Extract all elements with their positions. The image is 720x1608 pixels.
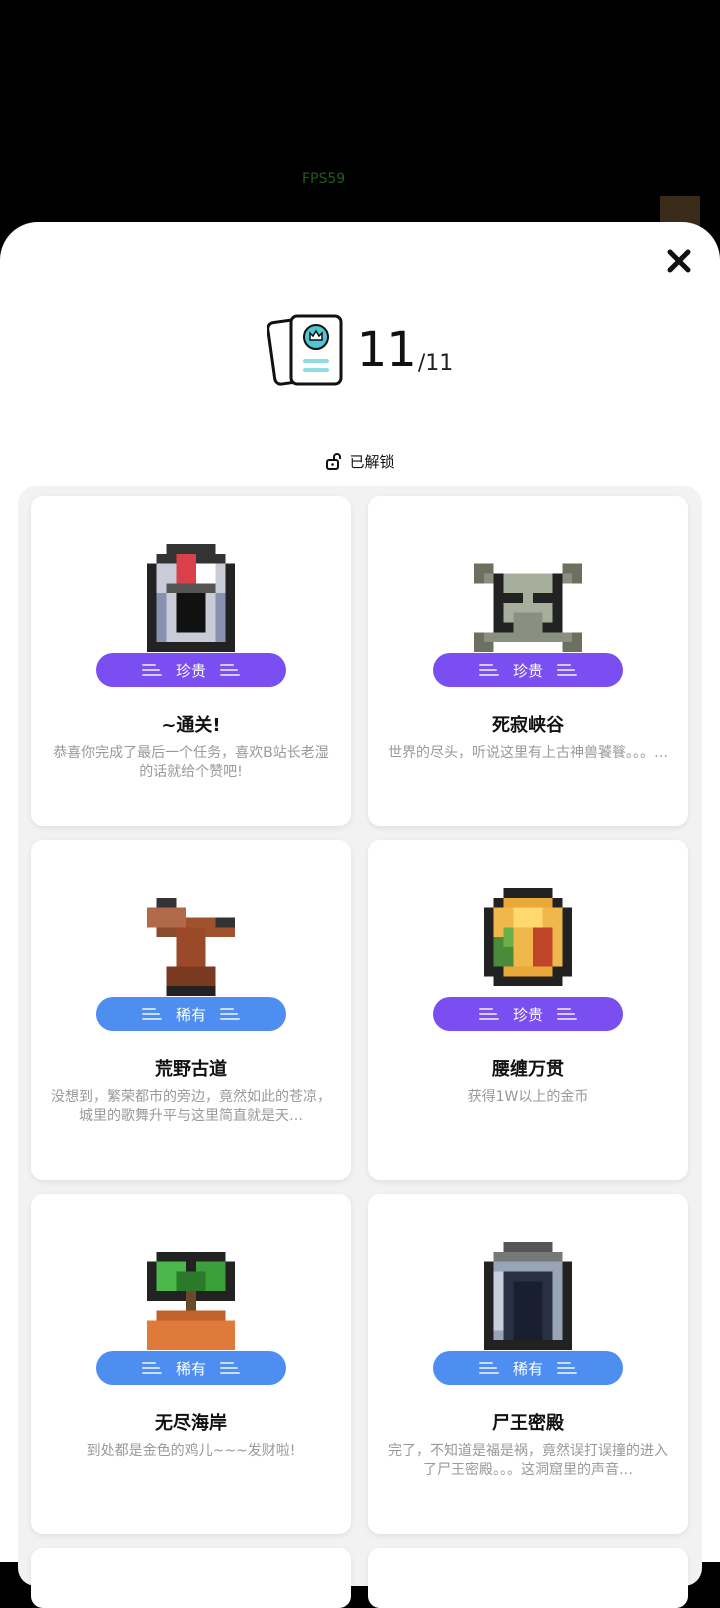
- achievement-card[interactable]: 珍贵 ~通关! 恭喜你完成了最后一个任务，喜欢B站长老湿的话就给个赞吧!: [31, 496, 351, 826]
- helmet-icon: [146, 544, 236, 652]
- achievement-card[interactable]: 珍贵 死寂峡谷 世界的尽头，听说这里有上古神兽饕餮。。。…: [368, 496, 688, 826]
- palm-tree-icon: [146, 1251, 236, 1350]
- achievement-description: 恭喜你完成了最后一个任务，喜欢B站长老湿的话就给个赞吧!: [53, 745, 329, 780]
- achievement-card[interactable]: [368, 1548, 688, 1608]
- achievement-card[interactable]: 稀有 无尽海岸 到处都是金色的鸡儿~~~发财啦!: [31, 1194, 351, 1534]
- achievement-description: 没想到，繁荣都市的旁边，竟然如此的苍凉，城里的歌舞升平与这里简直就是天…: [51, 1089, 331, 1124]
- rarity-label: 珍贵: [175, 661, 206, 680]
- achievement-card[interactable]: 稀有 荒野古道 没想到，繁荣都市的旁边，竟然如此的苍凉，城里的歌舞升平与这里简直…: [31, 840, 351, 1180]
- rarity-label: 珍贵: [512, 661, 543, 680]
- cave-icon: [483, 1242, 573, 1350]
- rarity-label: 珍贵: [512, 1005, 543, 1024]
- rarity-badge: 稀有: [96, 1351, 286, 1385]
- fps-counter: FPS59: [302, 171, 346, 187]
- achievement-title: 尸王密殿: [492, 1413, 564, 1434]
- rarity-label: 稀有: [512, 1359, 543, 1378]
- achievement-sheet: 11 /11 已解锁 珍贵 ~通关! 恭喜你完成了最后一个任务，喜欢B站长老湿的…: [0, 222, 720, 1608]
- rarity-badge: 稀有: [433, 1351, 623, 1385]
- achievement-title: ~通关!: [161, 715, 221, 736]
- achievement-title: 死寂峡谷: [492, 715, 564, 736]
- achievement-card[interactable]: [31, 1548, 351, 1608]
- unlocked-count: 11: [356, 322, 417, 378]
- rarity-badge: 珍贵: [96, 653, 286, 687]
- achievement-description: 完了，不知道是福是祸，竟然误打误撞的进入了尸王密殿。。。这洞窟里的声音…: [388, 1443, 668, 1478]
- achievement-title: 腰缠万贯: [492, 1059, 564, 1080]
- achievement-description: 获得1W以上的金币: [467, 1089, 589, 1105]
- achievement-description: 到处都是金色的鸡儿~~~发财啦!: [86, 1443, 296, 1459]
- total-count: /11: [417, 351, 454, 376]
- rarity-badge: 稀有: [96, 997, 286, 1031]
- close-icon[interactable]: [666, 248, 692, 274]
- achievement-card[interactable]: 珍贵 腰缠万贯 获得1W以上的金币: [368, 840, 688, 1180]
- tab-unlocked[interactable]: 已解锁: [0, 448, 720, 474]
- achievement-title: 荒野古道: [155, 1059, 227, 1080]
- unlock-icon: [326, 453, 342, 470]
- withered-tree-icon: [146, 897, 236, 996]
- tab-unlocked-label: 已解锁: [349, 452, 395, 471]
- achievement-grid: 珍贵 ~通关! 恭喜你完成了最后一个任务，喜欢B站长老湿的话就给个赞吧! 珍贵 …: [18, 486, 702, 1608]
- rarity-badge: 珍贵: [433, 997, 623, 1031]
- achievement-summary: 11 /11: [0, 310, 720, 390]
- rarity-badge: 珍贵: [433, 653, 623, 687]
- rarity-label: 稀有: [175, 1005, 206, 1024]
- achievement-card-icon: [266, 314, 343, 386]
- rarity-label: 稀有: [175, 1359, 206, 1378]
- gold-coin-icon: [483, 888, 573, 987]
- achievement-card[interactable]: 稀有 尸王密殿 完了，不知道是福是祸，竟然误打误撞的进入了尸王密殿。。。这洞窟里…: [368, 1194, 688, 1534]
- achievement-description: 世界的尽头，听说这里有上古神兽饕餮。。。…: [388, 745, 668, 761]
- achievement-title: 无尽海岸: [155, 1413, 227, 1434]
- skull-crossbones-icon: [474, 563, 582, 652]
